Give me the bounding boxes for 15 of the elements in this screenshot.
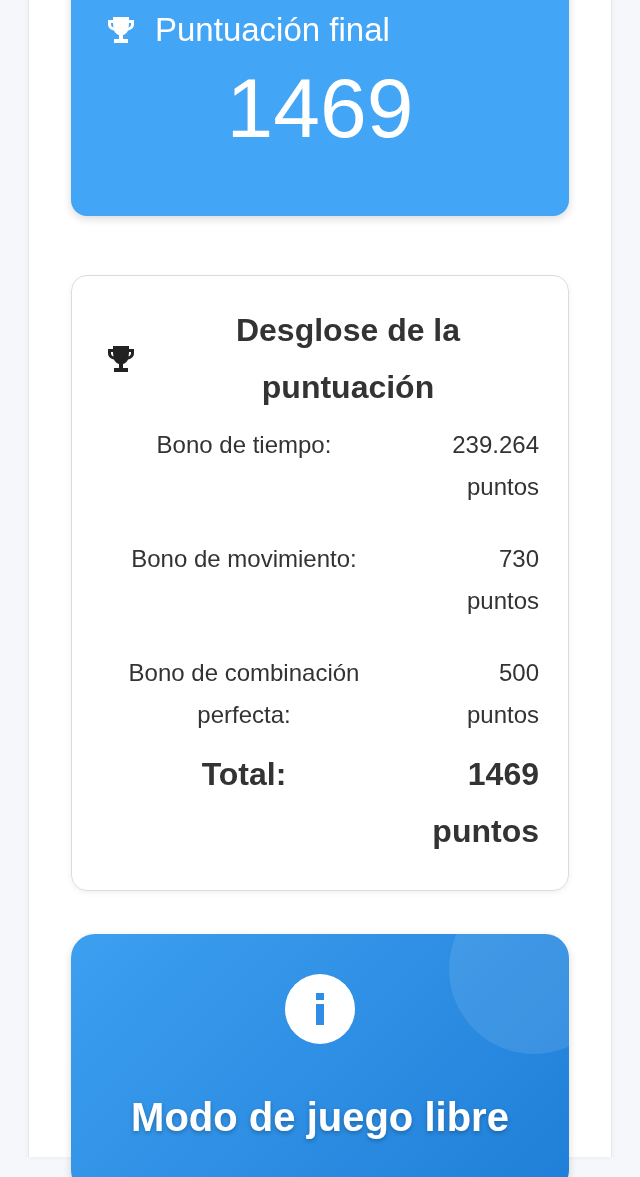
bonus-label: Bono de combinación perfecta:: [127, 658, 361, 730]
info-icon: [284, 973, 356, 1045]
bonus-label: Bono de tiempo:: [155, 430, 333, 460]
total-label: Total:: [200, 755, 288, 794]
bonus-value: 730 puntos: [465, 544, 539, 616]
score-title: Puntuación final: [155, 10, 390, 50]
bonus-label: Bono de movimiento:: [130, 544, 358, 574]
trophy-icon: [105, 14, 137, 46]
total-value: 1469 puntos: [431, 755, 539, 851]
mode-title: Modo de juego libre: [131, 1095, 509, 1140]
score-value: 1469: [225, 60, 415, 157]
breakdown-title: Desglose de la puntuación: [234, 311, 462, 407]
bonus-value: 239.264 puntos: [451, 430, 539, 502]
bonus-value: 500 puntos: [465, 658, 539, 730]
trophy-icon: [105, 343, 137, 375]
